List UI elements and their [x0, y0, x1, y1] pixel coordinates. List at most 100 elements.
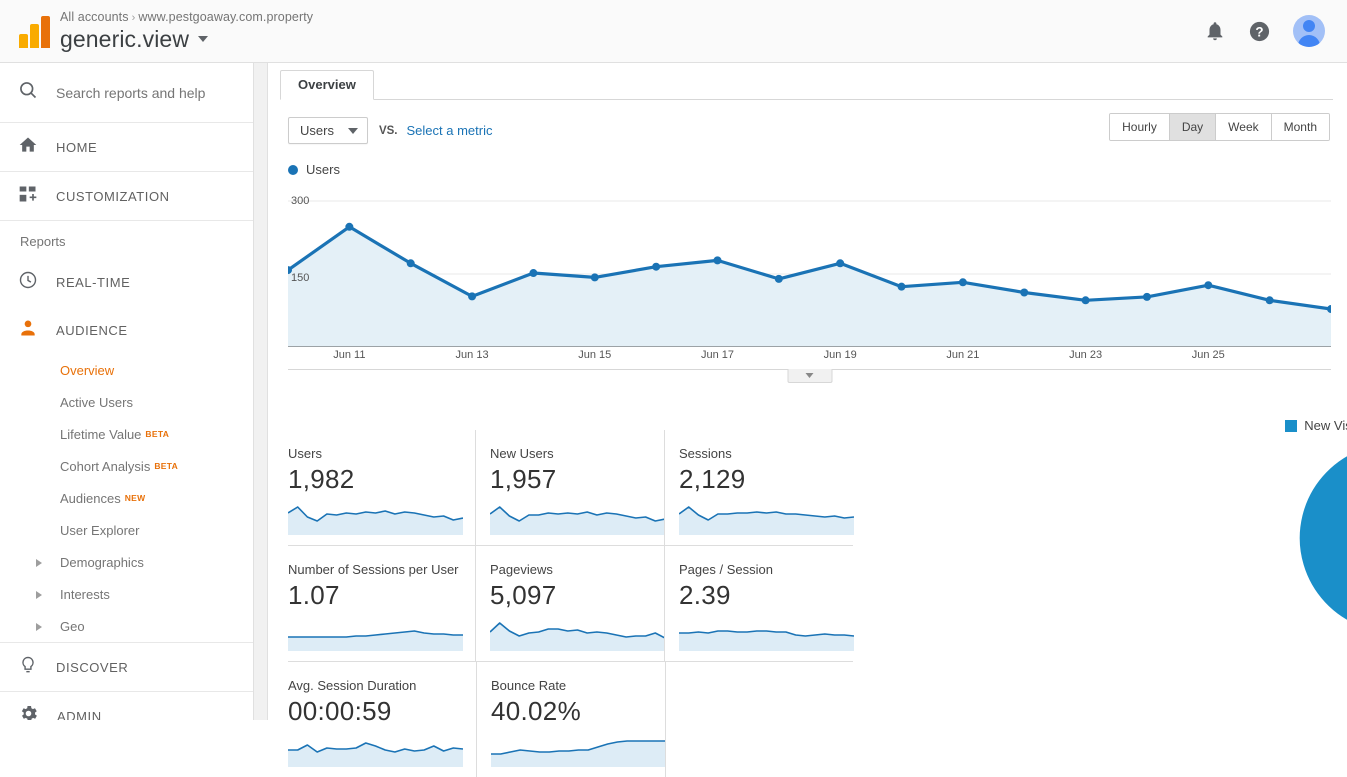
- metric-card-new-users[interactable]: New Users 1,957: [475, 430, 666, 545]
- sparkline: [287, 501, 475, 535]
- sidebar-item-lifetime-value[interactable]: Lifetime Value BETA: [0, 418, 253, 450]
- sidebar-item-home[interactable]: HOME: [0, 123, 253, 172]
- sidebar-item-cohort-analysis[interactable]: Cohort Analysis BETA: [0, 450, 253, 482]
- main-content: Overview Users VS. Select a metric Hourl…: [269, 63, 1347, 777]
- metric-title: Sessions: [679, 446, 732, 461]
- tab-strip: Overview: [280, 70, 1333, 100]
- metric-select[interactable]: Users: [288, 117, 368, 144]
- metric-title: Number of Sessions per User: [288, 562, 459, 577]
- pie-chart-area[interactable]: 94.6%: [1229, 443, 1347, 633]
- view-title-text: generic.view: [60, 25, 190, 52]
- sidebar-item-label: DISCOVER: [56, 659, 129, 675]
- new-vs-returning-pie: New Visitor Returning Visitor 94.6%: [1229, 418, 1347, 633]
- metric-card-row: Users 1,982 New Users 1,957 Sessions 2,1…: [287, 430, 855, 545]
- sparkline: [665, 617, 855, 651]
- pie-legend-new-visitor[interactable]: New Visitor: [1285, 418, 1347, 433]
- breadcrumb[interactable]: All accounts › www.pestgoaway.com.property: [60, 10, 313, 24]
- sidebar-subitem-label: Cohort Analysis: [60, 458, 151, 474]
- sidebar-subitem-label: User Explorer: [60, 522, 140, 538]
- chevron-down-icon: [805, 373, 814, 378]
- select-a-metric-link[interactable]: Select a metric: [407, 123, 493, 138]
- view-selector[interactable]: generic.view: [60, 26, 313, 53]
- help-icon[interactable]: ?: [1248, 20, 1271, 43]
- x-axis-tick: Jun 21: [946, 349, 980, 361]
- granularity-month[interactable]: Month: [1271, 114, 1329, 140]
- tab-underline: [280, 99, 1333, 100]
- person-icon: [18, 318, 38, 343]
- user-avatar[interactable]: [1293, 15, 1325, 47]
- sidebar-item-interests[interactable]: Interests: [0, 578, 253, 610]
- sidebar-item-geo[interactable]: Geo: [0, 610, 253, 642]
- sparkline: [476, 501, 666, 535]
- y-axis-tick-300: 300: [291, 195, 310, 207]
- metric-title: Pages / Session: [679, 562, 773, 577]
- sidebar-item-real-time[interactable]: REAL-TIME: [0, 258, 253, 306]
- sidebar-item-audiences[interactable]: Audiences NEW: [0, 482, 253, 514]
- metric-card-sessions[interactable]: Sessions 2,129: [664, 430, 855, 545]
- sidebar-item-label: HOME: [56, 139, 98, 155]
- metric-card-row: Number of Sessions per User 1.07 Pagevie…: [288, 546, 855, 661]
- status-badge: NEW: [124, 493, 146, 503]
- sidebar-item-label: AUDIENCE: [56, 322, 128, 338]
- sidebar-item-discover[interactable]: DISCOVER: [0, 643, 253, 691]
- sidebar-item-overview[interactable]: Overview: [0, 354, 253, 386]
- home-icon: [18, 135, 38, 160]
- bell-icon[interactable]: [1204, 20, 1226, 42]
- search-reports[interactable]: Search reports and help: [0, 63, 253, 123]
- metric-cards: Users 1,982 New Users 1,957 Sessions 2,1…: [287, 430, 855, 777]
- granularity-week[interactable]: Week: [1216, 114, 1272, 140]
- sidebar-section-reports: Reports: [20, 234, 66, 249]
- chart-collapse-handle[interactable]: [787, 369, 832, 383]
- sparkline: [665, 501, 855, 535]
- chevron-right-icon: [36, 623, 42, 631]
- breadcrumb-property[interactable]: www.pestgoaway.com.property: [138, 10, 313, 24]
- svg-text:?: ?: [1255, 24, 1263, 39]
- metric-select-value: Users: [300, 123, 334, 138]
- sidebar-item-customization[interactable]: CUSTOMIZATION: [0, 172, 253, 221]
- sidebar-subitem-label: Active Users: [60, 394, 133, 410]
- search-icon: [18, 80, 38, 105]
- metric-value: 5,097: [490, 580, 557, 610]
- sparkline: [288, 733, 476, 767]
- gear-icon: [18, 703, 39, 720]
- x-axis-tick: Jun 11: [333, 349, 366, 361]
- metric-title: Users: [288, 446, 322, 461]
- users-line-chart[interactable]: 300 150: [284, 187, 1335, 348]
- sidebar-item-active-users[interactable]: Active Users: [0, 386, 253, 418]
- chart-legend: Users: [269, 144, 1347, 177]
- line-chart-svg: [284, 200, 1335, 348]
- chart-footer: Jun 11 Jun 13 Jun 15 Jun 17 Jun 19 Jun 21 Jun …: [288, 347, 1331, 383]
- metric-value: 1,982: [288, 464, 355, 494]
- sidebar-item-label: CUSTOMIZATION: [56, 188, 170, 204]
- sidebar-subitem-label: Overview: [60, 362, 115, 378]
- granularity-day[interactable]: Day: [1169, 114, 1217, 140]
- x-axis: Jun 11 Jun 13 Jun 15 Jun 17 Jun 19 Jun 21 Jun …: [288, 347, 1331, 369]
- granularity-hourly[interactable]: Hourly: [1110, 114, 1170, 140]
- pie-legend: New Visitor Returning Visitor: [1229, 418, 1347, 433]
- x-axis-tick: Jun 13: [455, 349, 489, 361]
- sidebar-item-label: REAL-TIME: [56, 274, 131, 290]
- sidebar-item-user-explorer[interactable]: User Explorer: [0, 514, 253, 546]
- pie-slice[interactable]: [1299, 443, 1347, 633]
- sidebar-item-admin[interactable]: ADMIN: [0, 692, 253, 720]
- tab-overview[interactable]: Overview: [280, 70, 374, 100]
- metric-card-pageviews[interactable]: Pageviews 5,097: [475, 546, 666, 661]
- chevron-down-icon: [198, 36, 209, 42]
- legend-color-swatch: [1285, 419, 1298, 432]
- metric-value: 00:00:59: [288, 696, 392, 726]
- metric-card-pages-per-session[interactable]: Pages / Session 2.39: [664, 546, 855, 661]
- search-input-label: Search reports and help: [56, 84, 206, 101]
- sidebar-scrollbar[interactable]: [254, 63, 268, 720]
- x-axis-tick: Jun 15: [578, 349, 612, 361]
- metric-card-users[interactable]: Users 1,982: [287, 430, 475, 545]
- sidebar-item-audience[interactable]: AUDIENCE: [0, 306, 253, 354]
- metric-card-sessions-per-user[interactable]: Number of Sessions per User 1.07: [288, 546, 475, 661]
- sidebar-item-demographics[interactable]: Demographics: [0, 546, 253, 578]
- metric-value: 2.39: [679, 580, 731, 610]
- breadcrumb-account[interactable]: All accounts: [60, 10, 129, 24]
- sidebar-subitem-label: Geo: [60, 618, 85, 634]
- sidebar-subitem-label: Interests: [60, 586, 110, 602]
- x-axis-tick: Jun 25: [1191, 349, 1225, 361]
- x-axis-tick: Jun 17: [700, 349, 734, 361]
- chevron-right-icon: [36, 591, 42, 599]
